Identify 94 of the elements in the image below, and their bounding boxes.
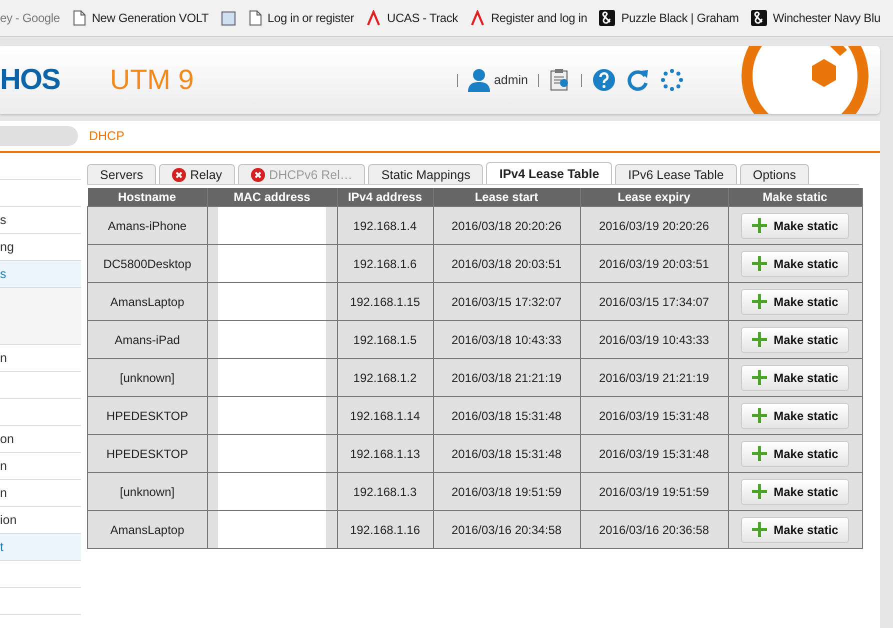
- table-cell: Amans-iPad: [88, 320, 207, 358]
- table-cell: 2016/03/18 21:21:19: [433, 358, 580, 396]
- bookmark[interactable]: ey - Google: [0, 6, 66, 30]
- plus-icon: [752, 332, 767, 347]
- table-cell: 2016/03/18 15:31:48: [433, 396, 580, 434]
- column-header: Lease expiry: [580, 188, 728, 206]
- table-cell: Amans-iPhone: [88, 206, 207, 244]
- bookmark[interactable]: Puzzle Black | Graham: [593, 6, 745, 30]
- table-cell: AmansLaptop: [88, 282, 207, 320]
- make-static-button[interactable]: Make static: [740, 402, 850, 428]
- bookmark[interactable]: Winchester Navy Blu: [744, 6, 886, 30]
- breadcrumb: DHCP: [89, 129, 124, 143]
- table-cell: [unknown]: [88, 472, 207, 510]
- table-cell: 2016/03/18 19:51:59: [433, 472, 580, 510]
- square-icon: [220, 10, 236, 26]
- lambda-icon: [366, 10, 381, 26]
- table-cell: 2016/03/19 19:51:59: [580, 472, 728, 510]
- table-cell: 2016/03/16 20:34:58: [433, 510, 580, 548]
- tab[interactable]: IPv4 Lease Table: [486, 162, 612, 184]
- make-static-button[interactable]: Make static: [740, 516, 850, 542]
- table-cell: 192.168.1.6: [337, 244, 433, 282]
- page-icon: [72, 10, 86, 26]
- tab[interactable]: Servers: [87, 164, 156, 184]
- make-static-button[interactable]: Make static: [740, 326, 850, 352]
- table-cell: 2016/03/18 10:43:33: [433, 320, 580, 358]
- plus-icon: [752, 370, 767, 385]
- table-cell: HPEDESKTOP: [88, 396, 207, 434]
- table-cell: 192.168.1.2: [337, 358, 433, 396]
- column-header: MAC address: [207, 188, 337, 206]
- bookmark[interactable]: Register and log in: [464, 6, 594, 30]
- plus-icon: [752, 446, 767, 461]
- spinner-icon: [660, 68, 684, 92]
- table-cell: 192.168.1.3: [337, 472, 433, 510]
- sidebar-item[interactable]: s: [0, 261, 81, 288]
- table-cell: AmansLaptop: [88, 510, 207, 548]
- user-name[interactable]: admin: [494, 73, 528, 87]
- table-cell: 192.168.1.5: [337, 320, 433, 358]
- refresh-icon[interactable]: [626, 68, 650, 92]
- plus-icon: [752, 484, 767, 499]
- plus-icon: [752, 522, 767, 537]
- plus-icon: [752, 408, 767, 423]
- table-cell: 192.168.1.16: [337, 510, 433, 548]
- table-cell: 2016/03/19 15:31:48: [580, 434, 728, 472]
- error-icon: [172, 168, 186, 182]
- table-cell: 192.168.1.15: [337, 282, 433, 320]
- table-cell: HPEDESKTOP: [88, 434, 207, 472]
- table-cell: 2016/03/19 10:43:33: [580, 320, 728, 358]
- bookmark[interactable]: New Generation VOLT: [66, 6, 215, 30]
- product-name: UTM 9: [110, 64, 194, 96]
- tab[interactable]: Static Mappings: [368, 164, 484, 184]
- column-header: IPv4 address: [337, 188, 433, 206]
- make-static-button[interactable]: Make static: [740, 288, 850, 314]
- table-cell: 2016/03/18 15:31:48: [433, 434, 580, 472]
- make-static-button[interactable]: Make static: [740, 440, 850, 466]
- table-cell: 2016/03/19 15:31:48: [580, 396, 728, 434]
- tab[interactable]: IPv6 Lease Table: [615, 164, 737, 184]
- make-static-button[interactable]: Make static: [740, 364, 850, 390]
- column-header: Hostname: [88, 188, 207, 206]
- table-cell: DC5800Desktop: [88, 244, 207, 282]
- bookmark[interactable]: UCAS - Track: [360, 6, 464, 30]
- clipboard-icon[interactable]: [549, 68, 571, 92]
- table-cell: 2016/03/18 20:20:26: [433, 206, 580, 244]
- table-cell: [unknown]: [88, 358, 207, 396]
- sidebar-item[interactable]: t: [0, 534, 81, 561]
- table-cell: 2016/03/16 20:36:58: [580, 510, 728, 548]
- table-cell: 192.168.1.4: [337, 206, 433, 244]
- ampersand-icon: [750, 10, 767, 26]
- plus-icon: [752, 294, 767, 309]
- bookmark[interactable]: Log in or register: [242, 6, 360, 30]
- search-field[interactable]: [0, 126, 78, 146]
- column-header: Lease start: [433, 188, 580, 206]
- plus-icon: [752, 218, 767, 233]
- lambda-icon: [470, 10, 485, 26]
- page-icon: [248, 10, 262, 26]
- make-static-button[interactable]: Make static: [740, 212, 850, 238]
- table-cell: 192.168.1.13: [337, 434, 433, 472]
- table-cell: 192.168.1.14: [337, 396, 433, 434]
- tab[interactable]: Relay: [159, 164, 236, 184]
- column-header: Make static: [728, 188, 862, 206]
- make-static-button[interactable]: Make static: [740, 478, 850, 504]
- ampersand-icon: [599, 10, 616, 26]
- table-cell: 2016/03/15 17:34:07: [580, 282, 728, 320]
- table-cell: 2016/03/15 17:32:07: [433, 282, 580, 320]
- plus-icon: [752, 256, 767, 271]
- error-icon: [251, 168, 266, 182]
- table-cell: 2016/03/18 20:03:51: [433, 244, 580, 282]
- tab[interactable]: Options: [740, 164, 809, 184]
- table-cell: 2016/03/19 20:20:26: [580, 206, 728, 244]
- make-static-button[interactable]: Make static: [740, 250, 850, 276]
- logo-text: HOS: [0, 64, 60, 96]
- user-icon: [468, 68, 490, 92]
- table-cell: 2016/03/19 20:03:51: [580, 244, 728, 282]
- help-icon[interactable]: [592, 68, 616, 92]
- table-cell: 2016/03/19 21:21:19: [580, 358, 728, 396]
